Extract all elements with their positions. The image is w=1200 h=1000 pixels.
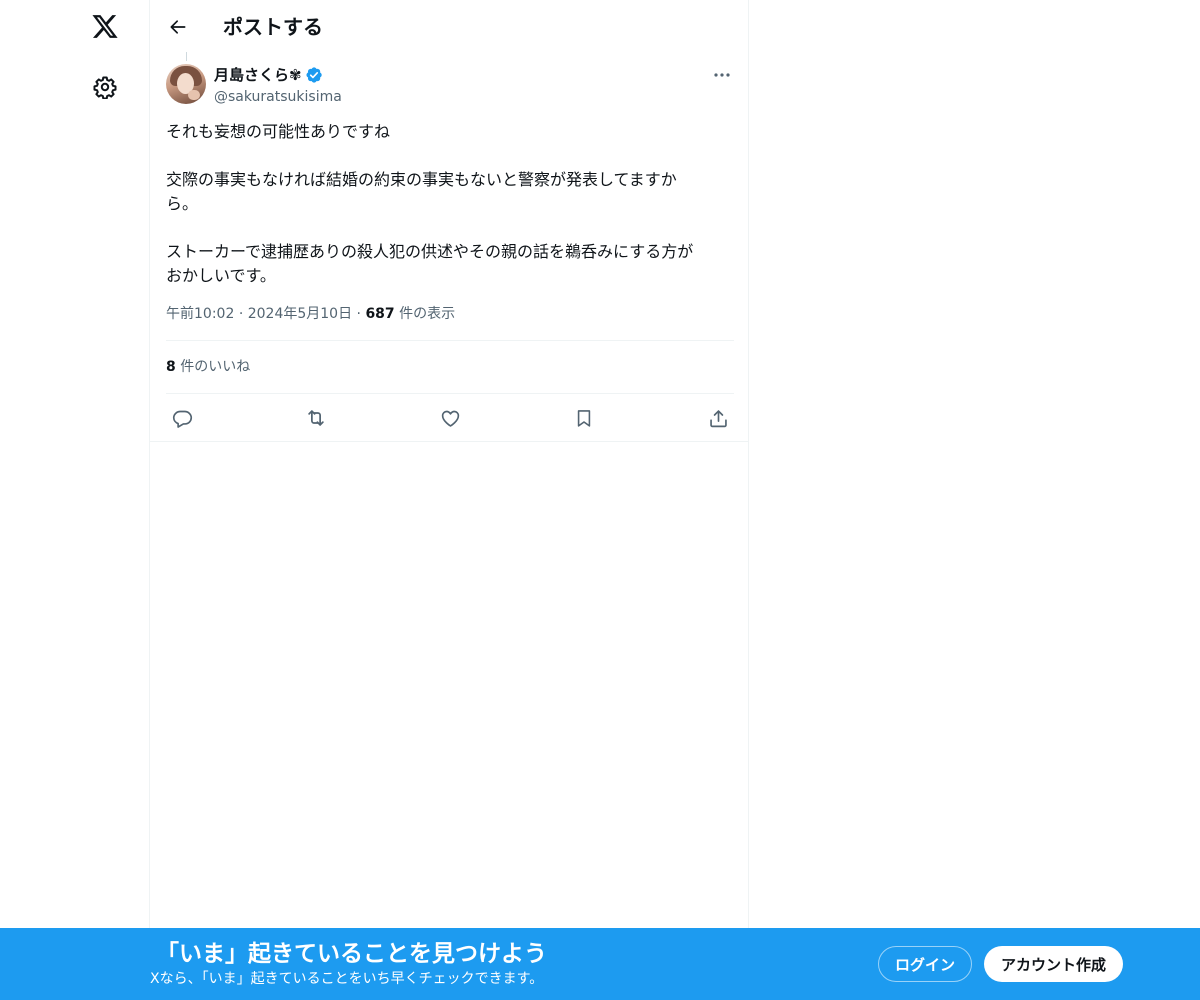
signup-button[interactable]: アカウント作成 — [984, 946, 1123, 982]
heart-icon[interactable] — [432, 400, 468, 436]
avatar-hand — [188, 90, 200, 100]
x-logo-icon[interactable] — [80, 3, 130, 53]
gear-icon[interactable] — [80, 62, 130, 112]
meta-separator: · — [238, 306, 244, 322]
arrow-left-icon[interactable] — [160, 9, 196, 45]
likes-summary[interactable]: 8 件のいいね — [166, 357, 250, 377]
share-icon[interactable] — [700, 400, 736, 436]
banner-title: 「いま」起きていることを見つけよう — [156, 941, 547, 967]
post-text-line: ら。 — [166, 194, 199, 213]
divider — [166, 393, 734, 394]
signup-banner: 「いま」起きていることを見つけよう Xなら、「いま」起きていることをいち早くチェ… — [0, 928, 1200, 1000]
reply-icon[interactable] — [164, 400, 200, 436]
page-header: ポストする — [150, 0, 748, 53]
divider — [150, 441, 748, 442]
nav-rail — [75, 0, 135, 928]
post-text-line: それも妄想の可能性ありですね — [166, 122, 391, 141]
thread-connector — [186, 52, 187, 61]
views-label: 件の表示 — [399, 306, 456, 322]
author-block: 月島さくら✾ @sakuratsukisima — [214, 64, 342, 107]
bookmark-icon[interactable] — [566, 400, 602, 436]
likes-count: 8 — [166, 359, 176, 375]
main-column: ポストする 月島さくら✾ @sakuratsukisima それも妄想の可能性あ… — [149, 0, 749, 928]
post-actions — [166, 400, 734, 436]
author-name-row: 月島さくら✾ — [214, 64, 342, 86]
author-handle[interactable]: @sakuratsukisima — [214, 89, 342, 105]
author-name[interactable]: 月島さくら✾ — [214, 65, 302, 85]
post-text-line: 交際の事実もなければ結婚の約束の事実もないと警察が発表してますか — [166, 170, 677, 189]
post-meta: 午前10:02 · 2024年5月10日 · 687 件の表示 — [166, 304, 455, 324]
more-horizontal-icon[interactable] — [706, 62, 738, 88]
post-date[interactable]: 2024年5月10日 — [248, 306, 352, 322]
meta-separator: · — [356, 306, 361, 322]
page-title: ポストする — [223, 15, 323, 39]
retweet-icon[interactable] — [298, 400, 334, 436]
login-button[interactable]: ログイン — [878, 946, 972, 982]
post-text-line: ストーカーで逮捕歴ありの殺人犯の供述やその親の話を鵜呑みにする方が — [166, 242, 694, 261]
verified-badge-icon[interactable] — [305, 66, 323, 84]
divider — [166, 340, 734, 341]
post-time[interactable]: 午前10:02 — [166, 306, 234, 322]
post-text-line: おかしいです。 — [166, 266, 276, 285]
banner-subtitle: Xなら、「いま」起きていることをいち早くチェックできます。 — [150, 971, 544, 987]
avatar[interactable] — [166, 64, 206, 104]
likes-label: 件のいいね — [180, 359, 251, 375]
post-text: それも妄想の可能性ありですね 交際の事実もなければ結婚の約束の事実もないと警察が… — [166, 120, 732, 288]
views-count: 687 — [365, 306, 395, 322]
